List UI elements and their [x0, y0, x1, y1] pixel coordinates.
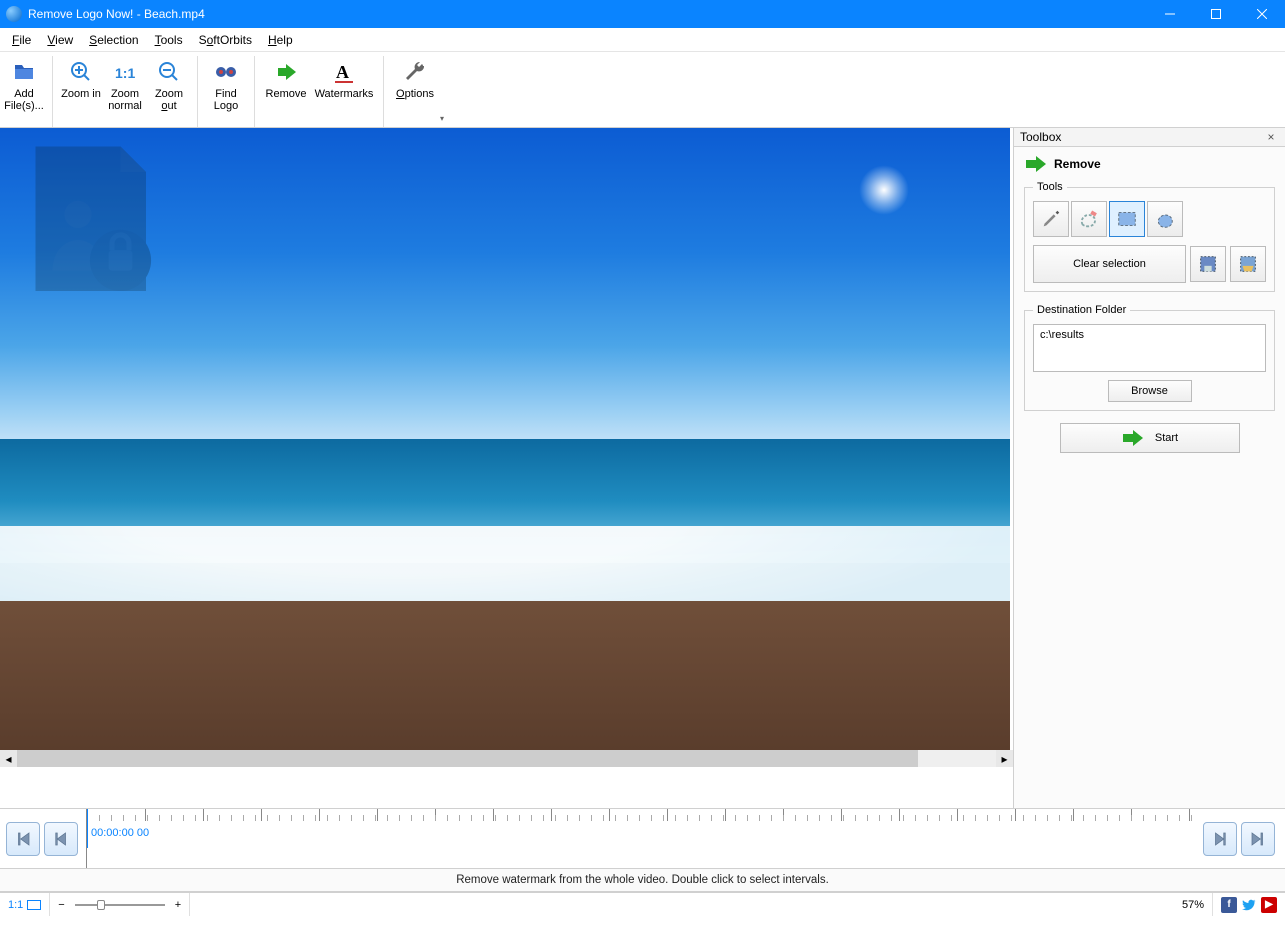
- toolbox-close-icon[interactable]: ×: [1263, 130, 1279, 144]
- remove-button[interactable]: Remove: [261, 56, 311, 127]
- go-end-button[interactable]: [1241, 822, 1275, 856]
- video-frame[interactable]: [0, 128, 1010, 750]
- toolbox-title: Toolbox: [1020, 130, 1263, 144]
- playhead[interactable]: [87, 809, 88, 848]
- minimize-button[interactable]: [1147, 0, 1193, 28]
- menu-selection[interactable]: Selection: [81, 31, 146, 49]
- toolbox-panel: Toolbox × Remove Tools Clear selection D…: [1013, 128, 1285, 808]
- clear-selection-button[interactable]: Clear selection: [1033, 245, 1186, 283]
- menu-tools[interactable]: Tools: [147, 31, 191, 49]
- file-lock-watermark-icon: [10, 138, 180, 311]
- arrow-right-icon: [1024, 155, 1048, 173]
- app-icon: [6, 6, 22, 22]
- status-zoom-11[interactable]: 1:1: [8, 899, 23, 911]
- timeline-bar: 00:00:00 00: [0, 808, 1285, 868]
- folder-icon: [12, 60, 36, 84]
- start-button[interactable]: Start: [1060, 423, 1240, 453]
- toolbar: Add File(s)... Zoom in 1:1 Zoom normal Z…: [0, 52, 1285, 128]
- toolbox-section-header: Remove: [1014, 147, 1285, 181]
- timeline-ruler[interactable]: 00:00:00 00: [86, 809, 1199, 868]
- arrow-right-icon: [274, 60, 298, 84]
- browse-button[interactable]: Browse: [1108, 380, 1192, 402]
- zoom-in-icon: [69, 60, 93, 84]
- freeform-erase-tool[interactable]: [1071, 201, 1107, 237]
- facebook-icon[interactable]: f: [1221, 897, 1237, 913]
- toolbar-dropdown[interactable]: ▾: [440, 114, 450, 127]
- menu-bar: File View Selection Tools SoftOrbits Hel…: [0, 28, 1285, 52]
- zoom-slider[interactable]: [75, 904, 165, 906]
- fit-screen-icon[interactable]: [27, 900, 41, 910]
- youtube-icon[interactable]: ▶: [1261, 897, 1277, 913]
- zoom-normal-button[interactable]: 1:1 Zoom normal: [103, 56, 147, 127]
- horizontal-scrollbar[interactable]: ◂ ▸: [0, 750, 1013, 767]
- arrow-right-icon: [1121, 429, 1145, 447]
- zoom-out-button[interactable]: Zoom out: [147, 56, 191, 127]
- wrench-icon: [403, 60, 427, 84]
- load-selection-button[interactable]: [1230, 246, 1266, 282]
- zoom-normal-icon: 1:1: [113, 60, 137, 84]
- tools-legend: Tools: [1033, 181, 1067, 193]
- add-files-button[interactable]: Add File(s)...: [2, 56, 46, 127]
- scroll-left-button[interactable]: ◂: [0, 750, 17, 767]
- find-logo-button[interactable]: Find Logo: [204, 56, 248, 127]
- save-selection-button[interactable]: [1190, 246, 1226, 282]
- video-viewport: ◂ ▸: [0, 128, 1013, 808]
- marker-tool[interactable]: [1033, 201, 1069, 237]
- menu-view[interactable]: View: [39, 31, 81, 49]
- close-button[interactable]: [1239, 0, 1285, 28]
- menu-file[interactable]: File: [4, 31, 39, 49]
- scroll-right-button[interactable]: ▸: [996, 750, 1013, 767]
- title-bar: Remove Logo Now! - Beach.mp4: [0, 0, 1285, 28]
- svg-text:A: A: [336, 62, 349, 82]
- destination-input[interactable]: c:\results: [1033, 324, 1266, 372]
- binoculars-icon: [214, 60, 238, 84]
- freeform-select-tool[interactable]: [1147, 201, 1183, 237]
- destination-fieldset: Destination Folder c:\results Browse: [1024, 304, 1275, 411]
- menu-softorbits[interactable]: SoftOrbits: [191, 31, 260, 49]
- hint-label: Remove watermark from the whole video. D…: [0, 868, 1285, 892]
- zoom-out-icon: [157, 60, 181, 84]
- tools-fieldset: Tools Clear selection: [1024, 181, 1275, 292]
- options-button[interactable]: Options: [390, 56, 440, 127]
- zoom-out-small[interactable]: −: [58, 899, 64, 911]
- timecode-label: 00:00:00 00: [91, 827, 149, 839]
- text-icon: A: [332, 60, 356, 84]
- step-forward-button[interactable]: [1203, 822, 1237, 856]
- status-bar: 1:1 − + 57% f ▶: [0, 892, 1285, 916]
- twitter-icon[interactable]: [1241, 897, 1257, 913]
- maximize-button[interactable]: [1193, 0, 1239, 28]
- svg-text:1:1: 1:1: [115, 65, 135, 81]
- menu-help[interactable]: Help: [260, 31, 301, 49]
- zoom-in-button[interactable]: Zoom in: [59, 56, 103, 127]
- rectangle-select-tool[interactable]: [1109, 201, 1145, 237]
- window-title: Remove Logo Now! - Beach.mp4: [28, 7, 1147, 21]
- watermarks-button[interactable]: A Watermarks: [311, 56, 377, 127]
- destination-legend: Destination Folder: [1033, 304, 1130, 316]
- go-start-button[interactable]: [6, 822, 40, 856]
- step-back-button[interactable]: [44, 822, 78, 856]
- zoom-in-small[interactable]: +: [175, 899, 181, 911]
- scroll-thumb[interactable]: [17, 750, 918, 767]
- progress-label: 57%: [1174, 893, 1213, 916]
